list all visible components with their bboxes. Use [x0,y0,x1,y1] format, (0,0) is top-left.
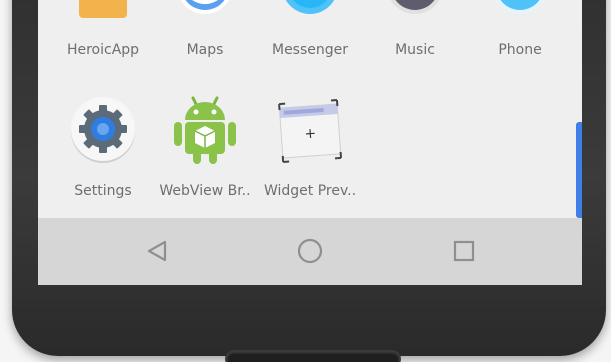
gear-icon [67,93,139,169]
navigation-bar [38,218,582,285]
app-messenger[interactable]: Messenger [255,0,365,70]
app-label: Maps [186,42,224,58]
svg-text:+: + [304,126,317,143]
heroicapp-icon [73,0,133,20]
home-circle-icon [297,238,323,264]
phone-speaker-grille [227,352,399,362]
app-label: Settings [74,183,132,199]
app-maps[interactable]: Maps [150,0,260,70]
app-label: Phone [498,42,542,58]
app-label: Messenger [271,42,349,58]
back-button[interactable] [142,236,172,266]
app-label: WebView Br.. [159,183,251,199]
recents-square-icon [453,240,475,262]
phone-screenshot: HeroicApp Maps Messenger Music Phone Set… [0,0,611,362]
screen: HeroicApp Maps Messenger Music Phone Set… [38,0,582,285]
messenger-icon [280,0,340,20]
app-label: Widget Prev.. [263,183,357,199]
widget-preview-icon: + [275,96,345,168]
app-heroicapp[interactable]: HeroicApp [48,0,158,70]
app-webview-browser[interactable]: WebView Br.. [150,90,260,210]
home-button[interactable] [295,236,325,266]
app-label: Music [395,42,435,58]
app-phone[interactable]: Phone [465,0,575,70]
app-widget-preview[interactable]: + Widget Prev.. [255,90,365,210]
app-label: HeroicApp [66,42,140,58]
app-drawer: HeroicApp Maps Messenger Music Phone Set… [38,0,582,218]
music-icon [385,0,445,20]
app-music[interactable]: Music [360,0,470,70]
recents-button[interactable] [449,236,479,266]
phone-icon [490,0,550,20]
android-icon [169,92,241,172]
back-triangle-icon [147,240,167,262]
app-settings[interactable]: Settings [48,90,158,210]
scrollbar-thumb[interactable] [576,122,582,218]
maps-icon [175,0,235,20]
